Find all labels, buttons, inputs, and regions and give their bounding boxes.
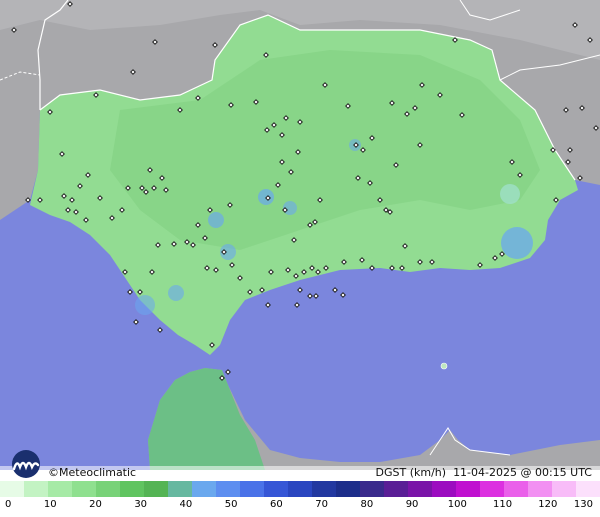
legend-color-step — [144, 481, 168, 497]
gust-hotspot — [208, 212, 224, 228]
legend-color-step — [120, 481, 144, 497]
gust-hotspot — [135, 295, 155, 315]
legend-color-step — [480, 481, 504, 497]
legend-color-step — [192, 481, 216, 497]
legend-color-step — [312, 481, 336, 497]
legend-tick-labels: 0 10 20 30 40 50 60 70 80 90 100 110 120 130 — [0, 498, 600, 514]
legend-tick-label: 10 — [43, 499, 57, 510]
legend-color-step — [336, 481, 360, 497]
legend-color-step — [48, 481, 72, 497]
legend-color-step — [240, 481, 264, 497]
map-caption: DGST (km/h) 11-04-2025 @ 00:15 UTC — [376, 466, 592, 480]
map-canvas — [0, 0, 600, 470]
legend-color-step — [0, 481, 24, 497]
legend-tick-label: 0 — [5, 499, 12, 510]
legend-tick-label: 40 — [179, 499, 193, 510]
legend-color-step — [552, 481, 576, 497]
legend-tick-label: 80 — [360, 499, 374, 510]
gust-hotspot — [500, 184, 520, 204]
legend-color-step — [384, 481, 408, 497]
legend-color-step — [432, 481, 456, 497]
legend-color-step — [360, 481, 384, 497]
legend-color-step — [408, 481, 432, 497]
legend-tick-label: 20 — [89, 499, 102, 510]
legend-color-step — [504, 481, 528, 497]
legend-tick-label: 110 — [492, 499, 513, 510]
legend-tick-label: 130 — [573, 499, 593, 510]
legend-color-step — [576, 481, 600, 497]
legend-tick-label: 30 — [134, 499, 148, 510]
gust-hotspot — [258, 189, 274, 205]
legend-tick-label: 50 — [224, 499, 238, 510]
color-legend: 0 10 20 30 40 50 60 70 80 90 100 110 120 130 — [0, 481, 600, 517]
legend-tick-label: 70 — [315, 499, 328, 510]
legend-color-bar — [0, 481, 600, 497]
legend-color-step — [96, 481, 120, 497]
legend-color-step — [216, 481, 240, 497]
legend-color-step — [264, 481, 288, 497]
alboran-island — [440, 362, 448, 370]
timestamp-label: 11-04-2025 @ 00:15 UTC — [453, 466, 592, 479]
legend-color-step — [528, 481, 552, 497]
legend-color-step — [168, 481, 192, 497]
legend-color-step — [24, 481, 48, 497]
gust-hotspot — [168, 285, 184, 301]
legend-tick-label: 90 — [405, 499, 419, 510]
credit-text: ©Meteoclimatic — [48, 466, 137, 479]
legend-tick-label: 100 — [447, 499, 467, 510]
weather-map: ©Meteoclimatic DGST (km/h) 11-04-2025 @ … — [0, 0, 600, 517]
legend-color-step — [456, 481, 480, 497]
legend-tick-label: 120 — [538, 499, 558, 510]
variable-label: DGST (km/h) — [375, 466, 447, 479]
legend-tick-label: 60 — [270, 499, 283, 510]
legend-color-step — [288, 481, 312, 497]
gust-hotspot — [501, 227, 533, 259]
meteoclimatic-logo-icon — [12, 450, 40, 478]
legend-color-step — [72, 481, 96, 497]
